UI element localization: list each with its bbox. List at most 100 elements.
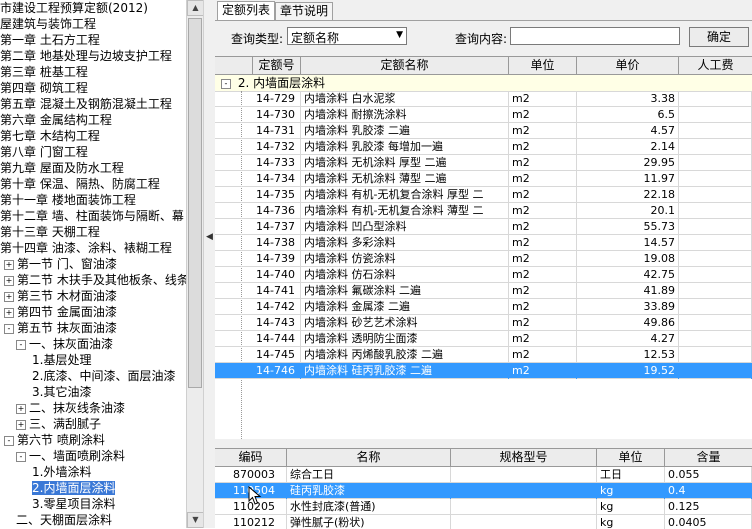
material-row[interactable]: 110212 弹性腻子(粉状) kg 0.0405	[215, 515, 752, 529]
table-row[interactable]: 14-736 内墙涂料 有机-无机复合涂料 薄型 二 m2 20.1	[215, 203, 752, 219]
tree-item[interactable]: 3.其它油漆	[32, 384, 91, 400]
cell-name: 内墙涂料 无机涂料 厚型 二遍	[301, 155, 509, 171]
tree-item[interactable]: 3.零星项目涂料	[32, 496, 115, 512]
mheader-unit[interactable]: 单位	[597, 449, 665, 466]
header-unit[interactable]: 单位	[509, 57, 577, 74]
table-row[interactable]: 14-733 内墙涂料 无机涂料 厚型 二遍 m2 29.95	[215, 155, 752, 171]
table-row[interactable]: 14-732 内墙涂料 乳胶漆 每增加一遍 m2 2.14	[215, 139, 752, 155]
tree-item[interactable]: 2.底漆、中间漆、面层油漆	[32, 368, 175, 384]
cell-code: 14-737	[253, 219, 301, 235]
tree-item[interactable]: 市建设工程预算定额(2012)	[0, 0, 148, 16]
mheader-qty[interactable]: 含量	[665, 449, 752, 466]
cell-unit: m2	[509, 235, 577, 251]
collapse-icon[interactable]: -	[4, 323, 14, 334]
tree-item[interactable]: 1.外墙涂料	[32, 464, 91, 480]
tree-item[interactable]: 第四章 砌筑工程	[0, 80, 88, 96]
collapse-icon[interactable]: -	[4, 435, 14, 446]
tree-item[interactable]: + 二、抹灰线条油漆	[16, 400, 125, 416]
cell-code: 14-745	[253, 347, 301, 363]
tree-item[interactable]: - 第五节 抹灰面油漆	[4, 320, 117, 336]
tree-item[interactable]: 屋建筑与装饰工程	[0, 16, 96, 32]
table-row[interactable]: 14-742 内墙涂料 金属漆 二遍 m2 33.89	[215, 299, 752, 315]
tree-item[interactable]: 第三章 桩基工程	[0, 64, 88, 80]
table-row[interactable]: 14-731 内墙涂料 乳胶漆 二遍 m2 4.57	[215, 123, 752, 139]
tree-item[interactable]: + 第四节 金属面油漆	[4, 304, 117, 320]
query-type-select[interactable]: 定额名称 ▼	[287, 27, 407, 45]
expand-icon[interactable]: +	[4, 259, 14, 270]
confirm-button[interactable]: 确定	[689, 27, 749, 47]
tree-item[interactable]: - 一、抹灰面油漆	[16, 336, 113, 352]
table-row[interactable]: 14-746 内墙涂料 硅丙乳胶漆 二遍 m2 19.52	[215, 363, 752, 379]
collapse-icon[interactable]: -	[16, 451, 26, 462]
scroll-down-arrow-icon[interactable]: ▼	[187, 512, 204, 528]
cell-labor	[679, 171, 752, 187]
material-row[interactable]: 870003 综合工日 工日 0.055	[215, 467, 752, 483]
table-row[interactable]: 14-734 内墙涂料 无机涂料 薄型 二遍 m2 11.97	[215, 171, 752, 187]
tree-item[interactable]: - 第六节 喷刷涂料	[4, 432, 105, 448]
table-row[interactable]: 14-739 内墙涂料 仿瓷涂料 m2 19.08	[215, 251, 752, 267]
tree-item[interactable]: 二、天棚面层涂料	[16, 512, 112, 528]
table-row[interactable]: 14-740 内墙涂料 仿石涂料 m2 42.75	[215, 267, 752, 283]
cell-code: 14-739	[253, 251, 301, 267]
tab-chapter-notes[interactable]: 章节说明	[275, 2, 334, 20]
expand-icon[interactable]: +	[16, 419, 26, 430]
table-row[interactable]: 14-737 内墙涂料 凹凸型涂料 m2 55.73	[215, 219, 752, 235]
scroll-up-arrow-icon[interactable]: ▲	[187, 0, 204, 16]
tree-item[interactable]: + 第二节 木扶手及其他板条、线条	[4, 272, 186, 288]
tree-item[interactable]: 第六章 金属结构工程	[0, 112, 112, 128]
tree-item[interactable]: 第九章 屋面及防水工程	[0, 160, 124, 176]
tree-item[interactable]: 2.内墙面层涂料	[32, 480, 116, 496]
collapse-icon[interactable]: -	[16, 339, 26, 350]
material-row[interactable]: 110205 水性封底漆(普通) kg 0.125	[215, 499, 752, 515]
tree-item[interactable]: + 第三节 木材面油漆	[4, 288, 117, 304]
tree-item-label: 第一章 土石方工程	[0, 33, 100, 47]
tree-item[interactable]: 第二章 地基处理与边坡支护工程	[0, 48, 172, 64]
material-row[interactable]: 110504 硅丙乳胶漆 kg 0.4	[215, 483, 752, 499]
header-code[interactable]: 定额号	[253, 57, 301, 74]
cell-unit: m2	[509, 299, 577, 315]
tree-item[interactable]: 第十章 保温、隔热、防腐工程	[0, 176, 160, 192]
tree-vertical-scrollbar[interactable]: ▲ ▼	[186, 0, 204, 528]
chapter-tree[interactable]: 市建设工程预算定额(2012) 屋建筑与装饰工程 第一章 土石方工程 第二章 地基处理…	[0, 0, 186, 528]
cell-unit: m2	[509, 123, 577, 139]
query-content-input[interactable]	[510, 27, 680, 45]
header-labor[interactable]: 人工费	[679, 57, 752, 74]
expand-icon[interactable]: +	[4, 275, 14, 286]
tree-item[interactable]: 第十三章 天棚工程	[0, 224, 100, 240]
tree-item[interactable]: 第五章 混凝土及钢筋混凝土工程	[0, 96, 172, 112]
tree-item[interactable]: 第七章 木结构工程	[0, 128, 100, 144]
table-row[interactable]: 14-730 内墙涂料 耐擦洗涂料 m2 6.5	[215, 107, 752, 123]
expand-icon[interactable]: +	[4, 307, 14, 318]
expand-icon[interactable]: +	[16, 403, 26, 414]
group-row[interactable]: - 2. 内墙面层涂料	[215, 75, 752, 92]
tree-item[interactable]: + 三、满刮腻子	[16, 416, 101, 432]
table-row[interactable]: 14-729 内墙涂料 白水泥浆 m2 3.38	[215, 91, 752, 107]
mheader-code[interactable]: 编码	[215, 449, 287, 466]
tree-item[interactable]: - 一、墙面喷刷涂料	[16, 448, 125, 464]
tree-item[interactable]: 第十二章 墙、柱面装饰与隔断、幕	[0, 208, 184, 224]
table-row[interactable]: 14-741 内墙涂料 氟碳涂料 二遍 m2 41.89	[215, 283, 752, 299]
mheader-name[interactable]: 名称	[287, 449, 451, 466]
tab-quota-list[interactable]: 定额列表	[217, 1, 276, 20]
header-price[interactable]: 单价	[577, 57, 679, 74]
tree-item[interactable]: 第一章 土石方工程	[0, 32, 100, 48]
cell-name: 内墙涂料 氟碳涂料 二遍	[301, 283, 509, 299]
tree-item[interactable]: 第十一章 楼地面装饰工程	[0, 192, 136, 208]
table-row[interactable]: 14-743 内墙涂料 砂艺艺术涂料 m2 49.86	[215, 315, 752, 331]
tree-item[interactable]: 第八章 门窗工程	[0, 144, 88, 160]
tree-item[interactable]: 1.基层处理	[32, 352, 91, 368]
collapse-left-arrow-icon[interactable]: ◀	[206, 232, 213, 242]
header-name[interactable]: 定额名称	[301, 57, 509, 74]
table-row[interactable]: 14-738 内墙涂料 多彩涂料 m2 14.57	[215, 235, 752, 251]
expand-icon[interactable]: +	[4, 291, 14, 302]
collapse-icon[interactable]: -	[221, 78, 231, 89]
table-row[interactable]: 14-745 内墙涂料 丙烯酸乳胶漆 二遍 m2 12.53	[215, 347, 752, 363]
cell-labor	[679, 363, 752, 379]
table-row[interactable]: 14-744 内墙涂料 透明防尘面漆 m2 4.27	[215, 331, 752, 347]
cell-price: 3.38	[577, 91, 679, 107]
mheader-spec[interactable]: 规格型号	[451, 449, 597, 466]
tree-item[interactable]: + 第一节 门、窗油漆	[4, 256, 117, 272]
scroll-thumb[interactable]	[188, 18, 202, 388]
tree-item[interactable]: 第十四章 油漆、涂料、裱糊工程	[0, 240, 172, 256]
table-row[interactable]: 14-735 内墙涂料 有机-无机复合涂料 厚型 二 m2 22.18	[215, 187, 752, 203]
